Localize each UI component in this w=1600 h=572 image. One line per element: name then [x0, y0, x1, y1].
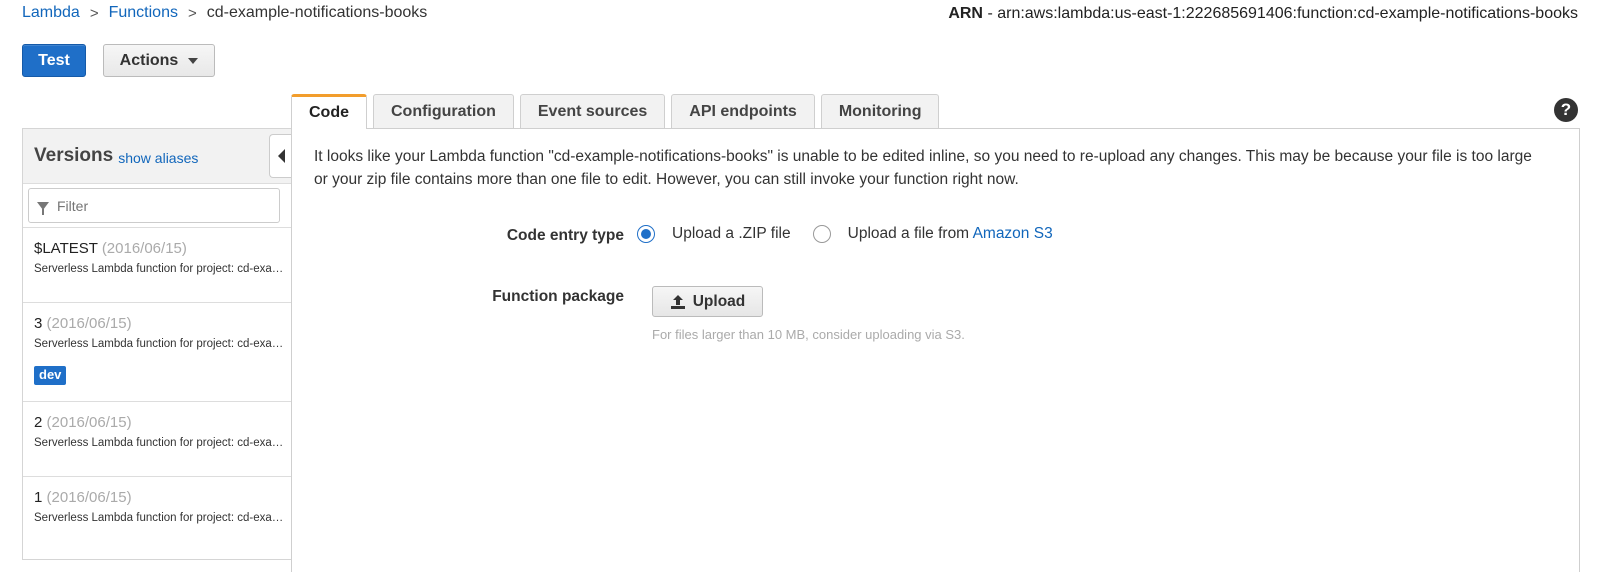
breadcrumb-separator: > [89, 4, 99, 22]
tab-configuration[interactable]: Configuration [373, 94, 514, 128]
tab-code[interactable]: Code [291, 94, 367, 129]
caret-down-icon [188, 57, 199, 64]
upload-icon [670, 294, 686, 310]
collapse-panel-button[interactable] [269, 134, 293, 178]
version-item-3[interactable]: 3 (2016/06/15) Serverless Lambda functio… [23, 303, 291, 402]
upload-s3-prefix: Upload a file from [847, 225, 973, 242]
function-tabs: Code Configuration Event sources API end… [291, 94, 945, 129]
versions-panel: Versions show aliases $LATEST (2016/06/1… [22, 128, 293, 560]
version-description: Serverless Lambda function for project: … [34, 437, 286, 449]
filter-field[interactable] [28, 188, 280, 223]
tab-api-endpoints[interactable]: API endpoints [671, 94, 815, 128]
versions-title: Versions [34, 145, 114, 166]
breadcrumb-separator: > [187, 4, 197, 22]
arn-value: - arn:aws:lambda:us-east-1:222685691406:… [987, 5, 1578, 22]
upload-hint: For files larger than 10 MB, consider up… [652, 327, 965, 342]
version-number: $LATEST [34, 240, 98, 257]
code-entry-type-label: Code entry type [506, 227, 624, 244]
tab-monitoring[interactable]: Monitoring [820, 94, 940, 128]
arn-label: ARN [948, 5, 983, 22]
arn-display: ARN - arn:aws:lambda:us-east-1:222685691… [948, 5, 1578, 23]
radio-upload-s3[interactable] [812, 225, 831, 243]
version-item-latest[interactable]: $LATEST (2016/06/15) Serverless Lambda f… [23, 228, 291, 303]
version-name: 2 (2016/06/15) [34, 414, 280, 431]
version-description: Serverless Lambda function for project: … [34, 263, 286, 275]
version-name: 1 (2016/06/15) [34, 489, 280, 506]
code-entry-type-options: Upload a .ZIP file Upload a file from Am… [637, 225, 1053, 243]
show-aliases-link[interactable]: show aliases [118, 150, 198, 166]
version-description: Serverless Lambda function for project: … [34, 338, 286, 350]
version-number: 3 [34, 315, 43, 332]
version-number: 2 [34, 414, 43, 431]
version-date: (2016/06/15) [101, 240, 187, 257]
version-name: 3 (2016/06/15) [34, 315, 280, 332]
version-date: (2016/06/15) [46, 315, 132, 332]
alias-badge-dev[interactable]: dev [34, 366, 67, 385]
breadcrumb-current: cd-example-notifications-books [206, 4, 428, 21]
amazon-s3-link[interactable]: Amazon S3 [973, 225, 1053, 242]
version-date: (2016/06/15) [46, 414, 132, 431]
version-item-1[interactable]: 1 (2016/06/15) Serverless Lambda functio… [23, 477, 291, 552]
actions-label: Actions [119, 51, 179, 69]
version-description: Serverless Lambda function for project: … [34, 512, 286, 524]
function-package-label: Function package [492, 288, 624, 305]
help-icon[interactable]: ? [1554, 98, 1578, 122]
tab-event-sources[interactable]: Event sources [519, 94, 666, 128]
version-name: $LATEST (2016/06/15) [34, 240, 280, 257]
upload-button[interactable]: Upload [652, 286, 763, 317]
version-number: 1 [34, 489, 43, 506]
version-item-2[interactable]: 2 (2016/06/15) Serverless Lambda functio… [23, 402, 291, 477]
inline-edit-notice: It looks like your Lambda function "cd-e… [314, 148, 1532, 188]
test-button[interactable]: Test [22, 44, 86, 77]
radio-upload-zip[interactable] [637, 225, 655, 243]
chevron-left-icon [278, 149, 285, 163]
breadcrumb: Lambda > Functions > cd-example-notifica… [22, 4, 427, 22]
upload-button-label: Upload [692, 292, 746, 310]
breadcrumb-functions-link[interactable]: Functions [109, 4, 178, 22]
filter-container [23, 184, 291, 228]
filter-icon [37, 201, 49, 215]
filter-input[interactable] [57, 197, 267, 214]
code-tab-panel: It looks like your Lambda function "cd-e… [291, 128, 1580, 572]
versions-header: Versions show aliases [23, 129, 293, 184]
actions-dropdown-button[interactable]: Actions [103, 44, 215, 77]
breadcrumb-lambda-link[interactable]: Lambda [22, 4, 80, 22]
upload-s3-label: Upload a file from Amazon S3 [848, 225, 1053, 243]
version-date: (2016/06/15) [46, 489, 132, 506]
upload-zip-label: Upload a .ZIP file [672, 225, 791, 242]
